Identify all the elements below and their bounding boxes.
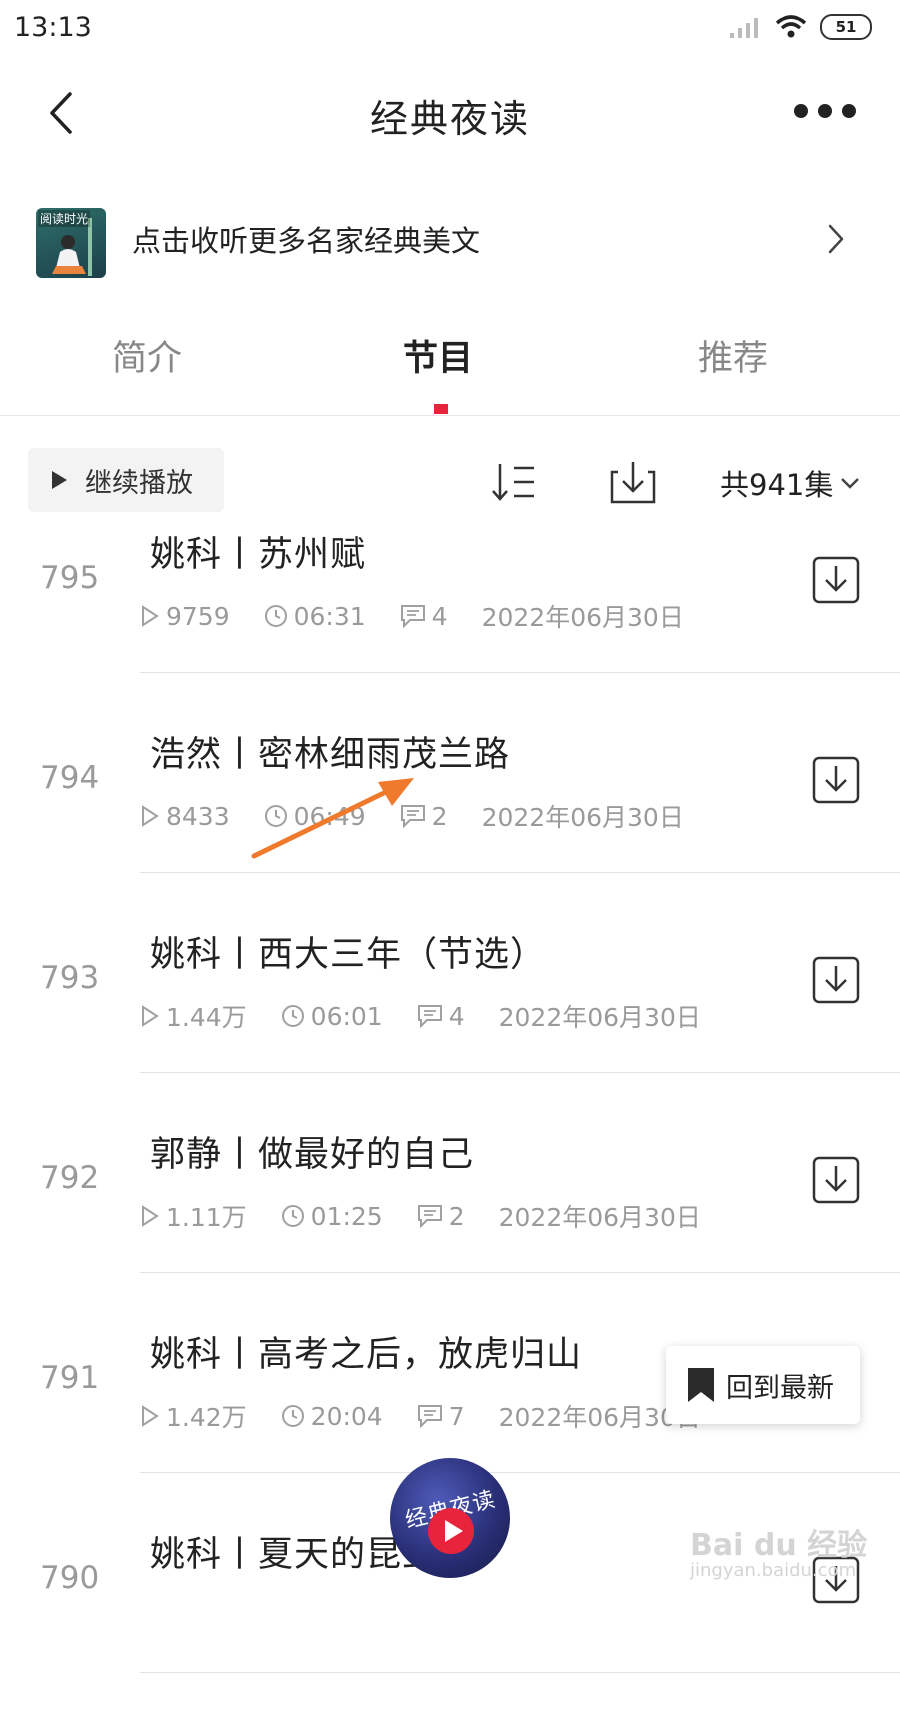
episode-meta: 9759 06:31 4 2022年06月30日: [140, 598, 684, 634]
clock-icon: [264, 605, 287, 627]
play-count: 1.11万: [140, 1198, 247, 1234]
episode-count-label: 共941集: [720, 468, 834, 502]
promo-text: 点击收听更多名家经典美文: [132, 224, 481, 258]
episode-number: 790: [40, 1560, 100, 1596]
row-divider: [140, 1472, 900, 1473]
episode-meta: 1.42万 20:04 7 2022年06月30日: [140, 1398, 701, 1434]
tab-active-indicator: [434, 404, 448, 414]
comment-icon: [400, 605, 425, 628]
episode-title: 姚科丨西大三年（节选）: [150, 935, 547, 975]
continue-play-button[interactable]: 继续播放: [28, 448, 224, 512]
comment-icon: [417, 1205, 442, 1228]
back-to-latest-label: 回到最新: [726, 1372, 834, 1404]
play-outline-icon: [142, 1405, 159, 1427]
download-icon[interactable]: [812, 956, 860, 1004]
tab-episodes[interactable]: 节目: [403, 330, 473, 381]
episode-row[interactable]: 793 姚科丨西大三年（节选） 1.44万 06:01 4 2022年06月30…: [0, 920, 900, 1124]
episode-row[interactable]: 794 浩然丨密林细雨茂兰路 8433 06:49 2 2022年06月30日: [0, 720, 900, 924]
episode-number: 791: [40, 1360, 100, 1396]
play-outline-icon: [142, 1005, 159, 1027]
row-divider: [140, 1672, 900, 1673]
page-title: 经典夜读: [369, 97, 530, 141]
back-to-latest-button[interactable]: 回到最新: [666, 1346, 860, 1424]
watermark-url: jingyan.baidu.com: [690, 1560, 857, 1581]
play-count: 8433: [140, 802, 230, 831]
sort-icon[interactable]: [490, 460, 538, 504]
episode-number: 792: [40, 1160, 100, 1196]
comment-count: 4: [417, 1002, 465, 1031]
status-icons: 51: [728, 14, 872, 40]
tab-divider: [0, 415, 900, 416]
wifi-icon: [775, 15, 807, 38]
play-icon: [52, 471, 67, 489]
comment-count: 4: [400, 602, 448, 631]
annotation-arrow: [251, 778, 414, 859]
download-icon[interactable]: [812, 556, 860, 604]
tab-recommend[interactable]: 推荐: [698, 330, 768, 381]
publish-date: 2022年06月30日: [498, 1003, 701, 1032]
tab-intro[interactable]: 简介: [112, 330, 182, 381]
clock-icon: [281, 1005, 304, 1027]
bookmark-icon: [688, 1368, 714, 1402]
play-count: 1.44万: [140, 998, 247, 1034]
promo-cover-image: 阅读时光: [36, 208, 106, 278]
battery-indicator: 51: [820, 14, 872, 40]
publish-date: 2022年06月30日: [481, 803, 684, 832]
comment-icon: [417, 1005, 442, 1028]
signal-icon: [730, 18, 758, 38]
duration: 20:04: [281, 1402, 383, 1431]
episode-row[interactable]: 795 姚科丨苏州赋 9759 06:31 4 2022年06月30日: [0, 520, 900, 724]
row-divider: [140, 672, 900, 673]
publish-date: 2022年06月30日: [498, 1203, 701, 1232]
episode-title: 姚科丨高考之后，放虎归山: [150, 1335, 583, 1375]
download-icon[interactable]: [812, 756, 860, 804]
duration: 06:01: [281, 1002, 383, 1031]
publish-date: 2022年06月30日: [481, 603, 684, 632]
duration: 01:25: [281, 1202, 383, 1231]
comment-count: 7: [417, 1402, 465, 1431]
clock-icon: [281, 1205, 304, 1227]
continue-play-label: 继续播放: [85, 467, 193, 499]
play-count: 9759: [140, 602, 230, 631]
comment-count: 2: [417, 1202, 465, 1231]
episode-meta: 1.11万 01:25 2 2022年06月30日: [140, 1198, 701, 1234]
download-icon[interactable]: [812, 1156, 860, 1204]
play-outline-icon: [142, 605, 159, 627]
row-divider: [140, 1072, 900, 1073]
comment-icon: [417, 1405, 442, 1428]
row-divider: [140, 872, 900, 873]
episode-row[interactable]: 792 郭静丨做最好的自己 1.11万 01:25 2 2022年06月30日: [0, 1120, 900, 1324]
chevron-down-icon: [841, 478, 860, 489]
watermark-logo: Bai du 经验: [690, 1528, 868, 1563]
chevron-right-icon: [828, 224, 844, 254]
play-count: 1.42万: [140, 1398, 247, 1434]
more-options-icon[interactable]: [794, 102, 856, 120]
mini-player-play-icon[interactable]: [428, 1508, 474, 1554]
episode-title: 郭静丨做最好的自己: [150, 1135, 475, 1175]
duration: 06:31: [264, 602, 366, 631]
clock-icon: [281, 1405, 304, 1427]
batch-download-icon[interactable]: [610, 458, 656, 506]
episode-title: 姚科丨苏州赋: [150, 535, 367, 575]
episode-number: 794: [40, 760, 100, 796]
episode-count-dropdown[interactable]: 共941集: [720, 462, 861, 504]
episode-number: 795: [40, 560, 100, 596]
row-divider: [140, 1272, 900, 1273]
play-outline-icon: [142, 1205, 159, 1227]
play-outline-icon: [142, 805, 159, 827]
episode-number: 793: [40, 960, 100, 996]
mini-player[interactable]: 经典夜读: [390, 1458, 510, 1578]
episode-meta: 1.44万 06:01 4 2022年06月30日: [140, 998, 701, 1034]
promo-cover-label: 阅读时光: [38, 210, 91, 227]
status-time: 13:13: [14, 12, 92, 43]
